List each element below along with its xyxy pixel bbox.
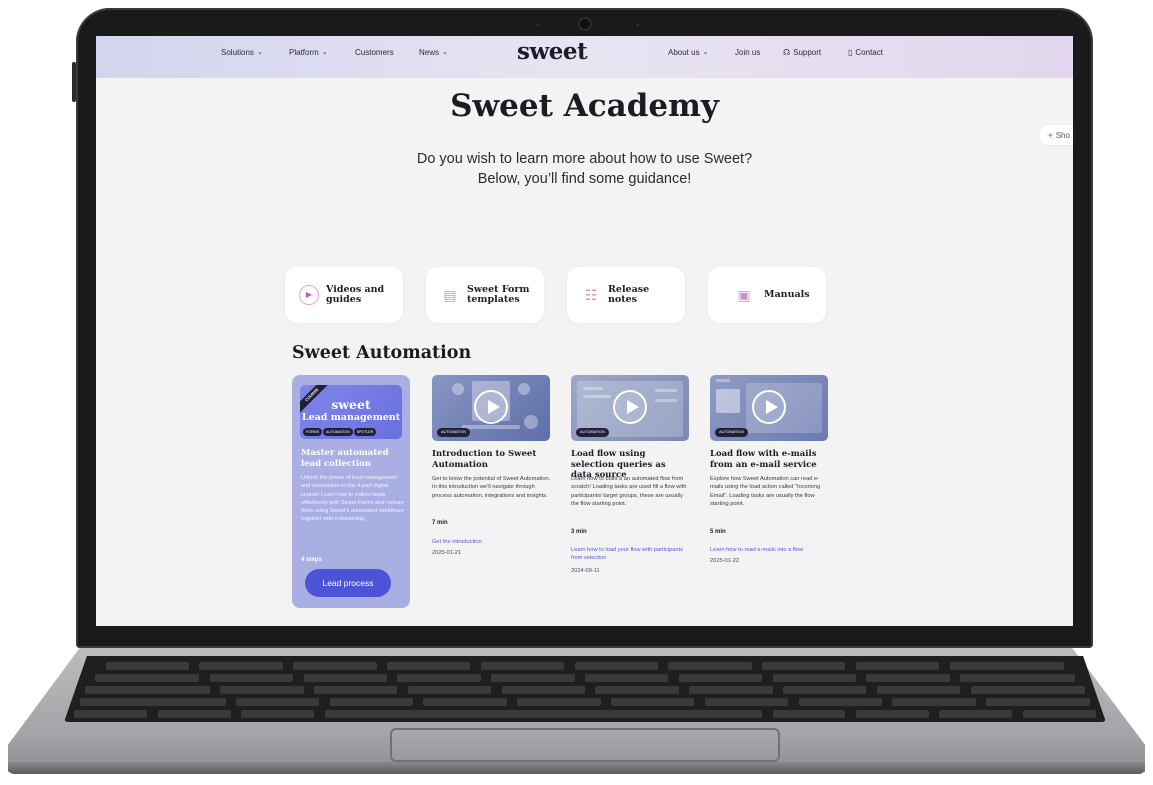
video-duration: 5 min — [710, 529, 726, 535]
video-card-email-service[interactable]: AUTOMATION Load flow with e-mails from a… — [710, 375, 828, 605]
nav-about-us[interactable]: About us ⌄ — [668, 48, 708, 57]
play-icon[interactable] — [613, 390, 647, 424]
video-description: Learn how to build a an automated flow f… — [571, 476, 687, 508]
course-tags: FORMS AUTOMATION SPOTLER — [303, 428, 377, 436]
video-duration: 3 min — [571, 529, 587, 535]
touchpad — [390, 728, 780, 762]
video-title: Load flow with e-mails from an e-mail se… — [710, 449, 817, 470]
nav-platform[interactable]: Platform ⌄ — [289, 48, 328, 57]
course-description: Unlock the power of lead management and … — [301, 475, 404, 523]
tile-form-templates[interactable]: ▤ Sweet Form templates — [426, 267, 544, 323]
lead-process-button[interactable]: Lead process — [305, 569, 391, 597]
tile-manuals[interactable]: ▣ Manuals — [708, 267, 826, 323]
nav-solutions[interactable]: Solutions ⌄ — [221, 48, 263, 57]
chevron-down-icon: ⌄ — [442, 49, 448, 56]
show-chip-button[interactable]: ✦ Sho — [1038, 124, 1073, 146]
sparkle-icon: ✦ — [1047, 131, 1054, 140]
course-steps: 4 steps — [301, 557, 322, 563]
play-icon[interactable] — [752, 390, 786, 424]
video-date: 2025-01-21 — [432, 550, 462, 556]
nav-contact[interactable]: ▯ Contact — [848, 48, 883, 57]
page-subtitle: Do you wish to learn more about how to u… — [96, 149, 1073, 189]
video-thumbnail[interactable]: AUTOMATION — [571, 375, 689, 441]
form-template-icon: ▤ — [443, 287, 457, 303]
course-card[interactable]: COURSE sweet Lead management FORMS AUTOMA… — [292, 375, 410, 608]
page-title: Sweet Academy — [450, 88, 719, 124]
tag-badge: FORMS — [303, 428, 322, 436]
video-link[interactable]: Learn how to load your flow with partici… — [571, 546, 689, 562]
tile-label: Manuals — [764, 289, 810, 300]
sweet-logo[interactable]: sweet — [517, 38, 588, 65]
sensor-dot — [636, 23, 639, 26]
nav-customers[interactable]: Customers — [355, 48, 394, 57]
chevron-down-icon: ⌄ — [256, 49, 263, 56]
video-description: Explore how Sweet Automation can read e-… — [710, 476, 821, 508]
browser-viewport: Solutions ⌄ Platform ⌄ Customers News ⌄ swe… — [96, 36, 1073, 626]
video-description: Get to know the potential of Sweet Autom… — [432, 476, 551, 499]
video-card-selection-queries[interactable]: AUTOMATION Load flow using selection que… — [571, 375, 689, 605]
course-thumbnail: COURSE sweet Lead management FORMS AUTOMA… — [300, 385, 402, 439]
laptop-manual-icon: ▣ — [737, 287, 751, 303]
phone-icon: ▯ — [848, 48, 853, 57]
top-nav: Solutions ⌄ Platform ⌄ Customers News ⌄ swe… — [96, 36, 1073, 78]
tile-release-notes[interactable]: ☷ Release notes — [567, 267, 685, 323]
chevron-down-icon: ⌄ — [702, 49, 709, 56]
webcam — [578, 17, 592, 31]
tile-label: Release notes — [608, 284, 650, 305]
section-title: Sweet Automation — [292, 343, 472, 363]
keyboard — [64, 656, 1106, 722]
video-title: Introduction to Sweet Automation — [432, 449, 537, 470]
release-notes-icon: ☷ — [584, 287, 598, 303]
tile-label: Videos and guides — [326, 284, 385, 305]
tag-badge: AUTOMATION — [576, 428, 609, 437]
nav-join-us[interactable]: Join us — [735, 48, 760, 57]
subtitle-line: Do you wish to learn more about how to u… — [416, 151, 753, 167]
video-thumbnail[interactable]: AUTOMATION — [432, 375, 550, 441]
video-card-introduction[interactable]: AUTOMATION Introduction to Sweet Automat… — [432, 375, 550, 605]
tile-label: Sweet Form templates — [467, 284, 530, 305]
video-date: 2024-09-11 — [571, 568, 600, 574]
subtitle-line: Below, you’ll find some guidance! — [477, 171, 692, 187]
play-icon[interactable] — [474, 390, 508, 424]
video-link[interactable]: Get the introduction — [432, 538, 550, 546]
nav-news[interactable]: News ⌄ — [419, 48, 448, 57]
video-thumbnail[interactable]: AUTOMATION — [710, 375, 828, 441]
tag-badge: SPOTLER — [353, 428, 377, 436]
play-circle-icon: ▶ — [299, 285, 319, 305]
tag-badge: AUTOMATION — [437, 428, 470, 437]
sensor-dot — [536, 23, 539, 26]
course-logo-subtitle: Lead management — [301, 412, 401, 423]
video-link[interactable]: Learn how to read e-mails into a flow — [710, 546, 828, 554]
tile-videos-and-guides[interactable]: ▶ Videos and guides — [285, 267, 403, 323]
video-date: 2025-01-22 — [710, 558, 740, 564]
tag-badge: AUTOMATION — [715, 428, 748, 437]
tag-badge: AUTOMATION — [322, 428, 353, 436]
course-title: Master automated lead collection — [301, 448, 389, 469]
nav-support[interactable]: ☊ Support — [783, 48, 821, 57]
laptop-base-edge — [8, 762, 1145, 774]
headset-icon: ☊ — [783, 48, 791, 57]
course-logo: sweet — [331, 397, 371, 412]
video-duration: 7 min — [432, 520, 448, 526]
chevron-down-icon: ⌄ — [321, 49, 328, 56]
